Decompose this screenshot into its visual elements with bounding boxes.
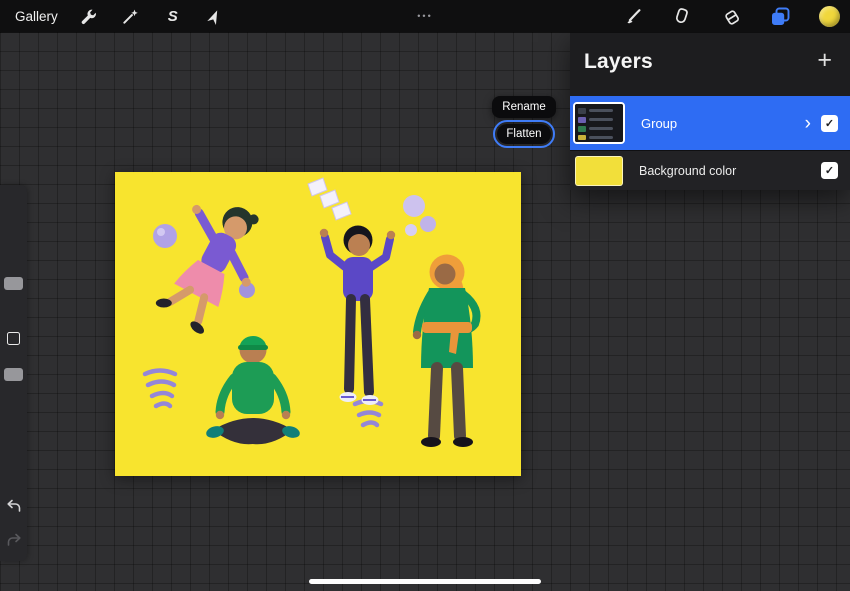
top-toolbar: Gallery S ••• — [0, 0, 850, 32]
selection-button[interactable]: S — [162, 5, 184, 27]
layer-row-background-color[interactable]: Background color ✓ — [570, 150, 850, 190]
toolbar-left-group: Gallery S — [0, 5, 226, 27]
color-swatch — [819, 6, 840, 27]
layers-panel: Layers + Group › ✓ — [570, 32, 850, 190]
wrench-icon — [79, 7, 98, 26]
home-indicator[interactable] — [309, 579, 541, 584]
group-thumbnail-preview — [575, 104, 623, 142]
layer-thumbnail-background-color[interactable] — [575, 156, 623, 186]
modify-button[interactable] — [7, 332, 20, 345]
layer-row-group[interactable]: Group › ✓ — [570, 96, 850, 150]
brush-size-slider[interactable] — [4, 277, 23, 290]
eraser-icon — [722, 7, 741, 26]
layers-panel-header: Layers + — [570, 32, 850, 96]
layers-icon — [770, 6, 791, 27]
artwork-canvas[interactable] — [115, 172, 521, 476]
paint-button[interactable] — [622, 5, 644, 27]
canvas-options-button[interactable]: ••• — [417, 11, 432, 21]
paint-brush-icon — [624, 7, 643, 26]
white-zigzag-shapes — [308, 178, 351, 220]
selection-icon: S — [168, 8, 178, 25]
smudge-icon — [673, 7, 692, 26]
layer-visibility-checkbox[interactable]: ✓ — [821, 162, 838, 179]
magic-wand-icon — [121, 7, 140, 26]
layers-button[interactable] — [769, 5, 791, 27]
character-standing-woman — [413, 255, 477, 448]
undo-button[interactable] — [0, 499, 27, 513]
artwork-illustration — [115, 172, 521, 476]
layer-context-menu: Rename Flatten — [492, 96, 556, 148]
redo-icon — [6, 533, 22, 547]
layer-visibility-checkbox[interactable]: ✓ — [821, 115, 838, 132]
app-screen: Gallery S ••• — [0, 0, 850, 591]
spring-squiggle-left — [145, 371, 175, 407]
redo-button[interactable] — [0, 533, 27, 547]
erase-button[interactable] — [720, 5, 742, 27]
color-button[interactable] — [818, 5, 840, 27]
transform-button[interactable] — [204, 5, 226, 27]
adjustments-button[interactable] — [120, 5, 142, 27]
flatten-highlight-ring: Flatten — [493, 120, 554, 148]
transform-arrow-icon — [205, 7, 224, 26]
layer-label: Group — [641, 116, 805, 131]
layer-label: Background color — [639, 164, 821, 178]
actions-button[interactable] — [78, 5, 100, 27]
character-meditating-person — [205, 336, 301, 444]
sidebar-tool-strip — [0, 185, 27, 561]
smudge-button[interactable] — [671, 5, 693, 27]
flatten-button[interactable]: Flatten — [497, 124, 550, 144]
gallery-button[interactable]: Gallery — [15, 9, 58, 24]
character-falling-woman — [141, 187, 280, 345]
chevron-right-icon[interactable]: › — [805, 114, 811, 133]
opacity-slider[interactable] — [4, 368, 23, 381]
toolbar-right-group — [622, 5, 850, 27]
rename-button[interactable]: Rename — [492, 96, 555, 118]
undo-icon — [6, 499, 22, 513]
add-layer-button[interactable]: + — [817, 50, 832, 70]
layer-thumbnail-group[interactable] — [573, 102, 625, 144]
character-jumping-man — [320, 226, 395, 406]
layers-panel-title: Layers — [584, 50, 653, 74]
